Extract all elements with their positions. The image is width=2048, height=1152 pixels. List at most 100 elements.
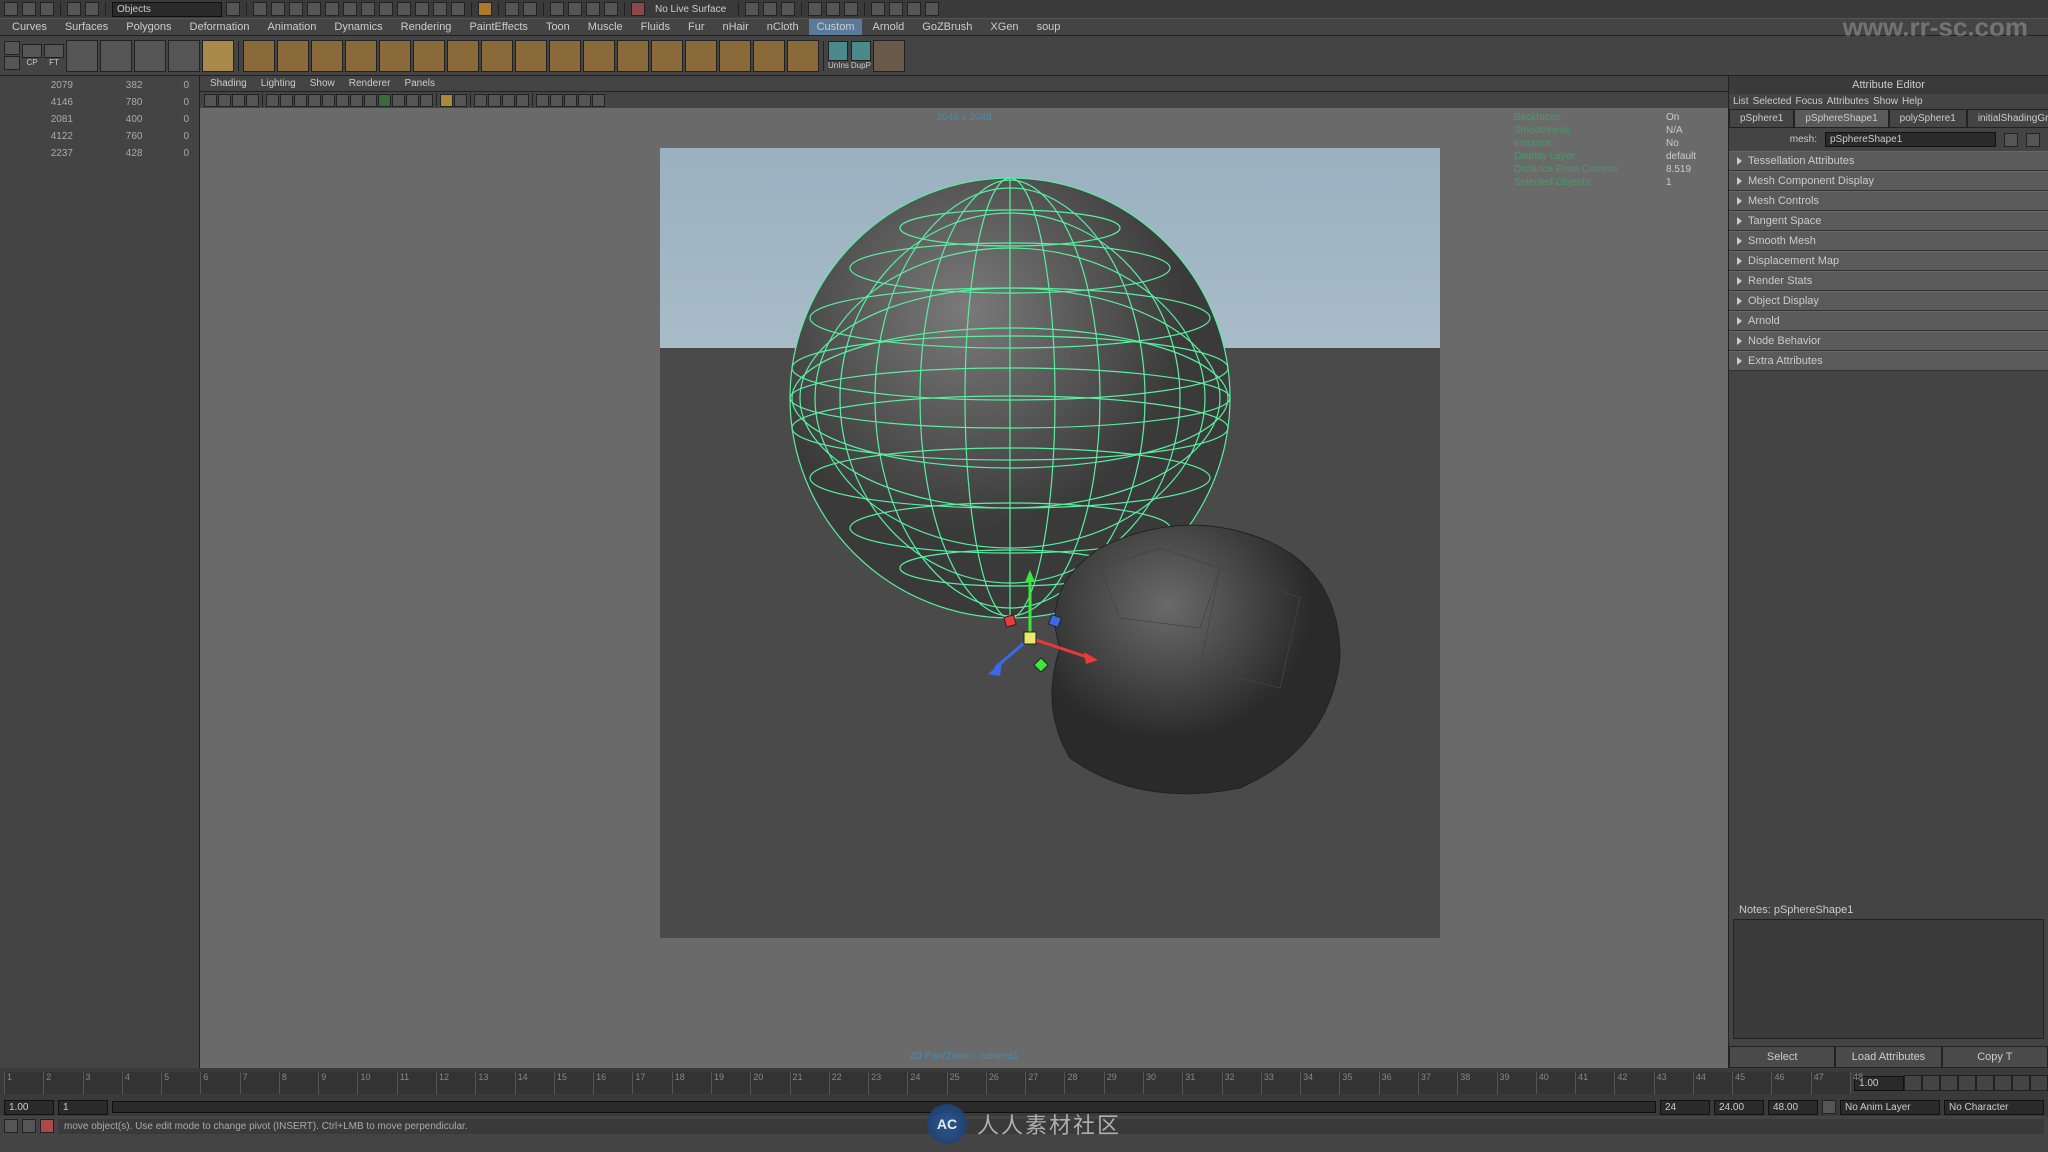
shelf-tex-6-icon[interactable] (413, 40, 445, 72)
shelf-tex-11-icon[interactable] (583, 40, 615, 72)
character-select[interactable] (1944, 1100, 2044, 1115)
shelf-outl-icon[interactable] (100, 40, 132, 72)
vp-image-icon[interactable] (246, 94, 259, 107)
render-icon[interactable] (550, 2, 564, 16)
menu-custom[interactable]: Custom (809, 19, 863, 35)
snap-grid-icon[interactable] (253, 2, 267, 16)
vp-shade-icon[interactable] (350, 94, 363, 107)
menu-rendering[interactable]: Rendering (393, 19, 460, 35)
preset-icon[interactable] (2026, 133, 2040, 147)
error-icon[interactable] (40, 1119, 54, 1133)
vp-isolate-icon[interactable] (440, 94, 453, 107)
menu-ncloth[interactable]: nCloth (759, 19, 807, 35)
live-icon[interactable] (631, 2, 645, 16)
shelf-tex-10-icon[interactable] (549, 40, 581, 72)
ae-copy-t-button[interactable]: Copy T (1942, 1046, 2048, 1068)
vp-menu-shading[interactable]: Shading (204, 77, 253, 90)
range-slider[interactable] (112, 1101, 1656, 1113)
shelf-tex-4-icon[interactable] (345, 40, 377, 72)
misc-b-icon[interactable] (889, 2, 903, 16)
panel-c-icon[interactable] (844, 2, 858, 16)
shelf-tex-3-icon[interactable] (311, 40, 343, 72)
snap-point-icon[interactable] (289, 2, 303, 16)
snap-curve-icon[interactable] (271, 2, 285, 16)
timeline[interactable]: 1234567891011121314151617181920212223242… (0, 1068, 2048, 1098)
panel-b-icon[interactable] (826, 2, 840, 16)
magnet-icon[interactable] (478, 2, 492, 16)
range-min-input[interactable] (4, 1100, 54, 1115)
menu-surfaces[interactable]: Surfaces (57, 19, 116, 35)
vp-select-icon[interactable] (204, 94, 217, 107)
snap-view-icon[interactable] (343, 2, 357, 16)
mel-icon[interactable] (4, 1119, 18, 1133)
shelf-tex-5-icon[interactable] (379, 40, 411, 72)
ae-section-extra-attributes[interactable]: Extra Attributes (1729, 351, 2048, 371)
cp-icon[interactable] (22, 44, 42, 58)
shelf-folder-icon[interactable] (202, 40, 234, 72)
timeline-ruler[interactable]: 1234567891011121314151617181920212223242… (4, 1072, 1850, 1094)
shelf-tex-13-icon[interactable] (651, 40, 683, 72)
menu-toon[interactable]: Toon (538, 19, 578, 35)
ae-menu-show[interactable]: Show (1873, 96, 1898, 107)
vp-gate-icon[interactable] (322, 94, 335, 107)
vp-menu-show[interactable]: Show (304, 77, 341, 90)
anim-layer-select[interactable] (1840, 1100, 1940, 1115)
vp-a-icon[interactable] (474, 94, 487, 107)
ae-section-tangent-space[interactable]: Tangent Space (1729, 211, 2048, 231)
ae-section-object-display[interactable]: Object Display (1729, 291, 2048, 311)
fps-input[interactable] (1714, 1100, 1764, 1115)
vp-aa-icon[interactable] (420, 94, 433, 107)
ae-section-arnold[interactable]: Arnold (1729, 311, 2048, 331)
selection-mode-field[interactable] (112, 2, 222, 17)
vp-xray-icon[interactable] (454, 94, 467, 107)
ae-menu-attributes[interactable]: Attributes (1827, 96, 1869, 107)
vp-ao-icon[interactable] (406, 94, 419, 107)
shelf-lra-icon[interactable] (66, 40, 98, 72)
vp-shadow-icon[interactable] (392, 94, 405, 107)
ae-tab-pSphereShape1[interactable]: pSphereShape1 (1794, 109, 1888, 128)
layout-b-icon[interactable] (763, 2, 777, 16)
dupp-icon[interactable] (851, 41, 871, 61)
vp-h-icon[interactable] (578, 94, 591, 107)
play-fwd-icon[interactable] (1976, 1075, 1994, 1091)
undo-icon[interactable] (67, 2, 81, 16)
file-open-icon[interactable] (22, 2, 36, 16)
step-fwd-icon[interactable] (2012, 1075, 2030, 1091)
menu-painteffects[interactable]: PaintEffects (461, 19, 536, 35)
file-save-icon[interactable] (40, 2, 54, 16)
ae-load-attributes-button[interactable]: Load Attributes (1835, 1046, 1941, 1068)
snap-b-icon[interactable] (379, 2, 393, 16)
menu-polygons[interactable]: Polygons (118, 19, 179, 35)
menu-gozbrush[interactable]: GoZBrush (914, 19, 980, 35)
ft-icon[interactable] (44, 44, 64, 58)
shelf-grid-icon[interactable] (168, 40, 200, 72)
go-start-icon[interactable] (1904, 1075, 1922, 1091)
menu-animation[interactable]: Animation (259, 19, 324, 35)
vp-menu-renderer[interactable]: Renderer (343, 77, 397, 90)
render-settings-icon[interactable] (586, 2, 600, 16)
focus-icon[interactable] (2004, 133, 2018, 147)
move-gizmo[interactable] (980, 568, 1120, 708)
shelf-hshd-icon[interactable] (134, 40, 166, 72)
snap-plane-icon[interactable] (307, 2, 321, 16)
snap-d-icon[interactable] (415, 2, 429, 16)
ipr-icon[interactable] (568, 2, 582, 16)
menu-dynamics[interactable]: Dynamics (326, 19, 390, 35)
play-back-icon[interactable] (1958, 1075, 1976, 1091)
vp-f-icon[interactable] (550, 94, 563, 107)
snap-f-icon[interactable] (451, 2, 465, 16)
viewport-3d[interactable]: 2048 x 2048 Backfaces:OnSmoothness:N/AIn… (200, 108, 1728, 1068)
menu-arnold[interactable]: Arnold (864, 19, 912, 35)
ae-menu-selected[interactable]: Selected (1753, 96, 1792, 107)
shelf-tab-a-icon[interactable] (4, 41, 20, 55)
history-icon[interactable] (505, 2, 519, 16)
menu-fluids[interactable]: Fluids (633, 19, 678, 35)
ae-section-tessellation-attributes[interactable]: Tessellation Attributes (1729, 151, 2048, 171)
vp-film-icon[interactable] (280, 94, 293, 107)
shelf-tex-12-icon[interactable] (617, 40, 649, 72)
shelf-tex-7-icon[interactable] (447, 40, 479, 72)
script-icon[interactable] (22, 1119, 36, 1133)
layout-a-icon[interactable] (745, 2, 759, 16)
shelf-tex-17-icon[interactable] (787, 40, 819, 72)
mesh-name-input[interactable] (1825, 132, 1996, 147)
